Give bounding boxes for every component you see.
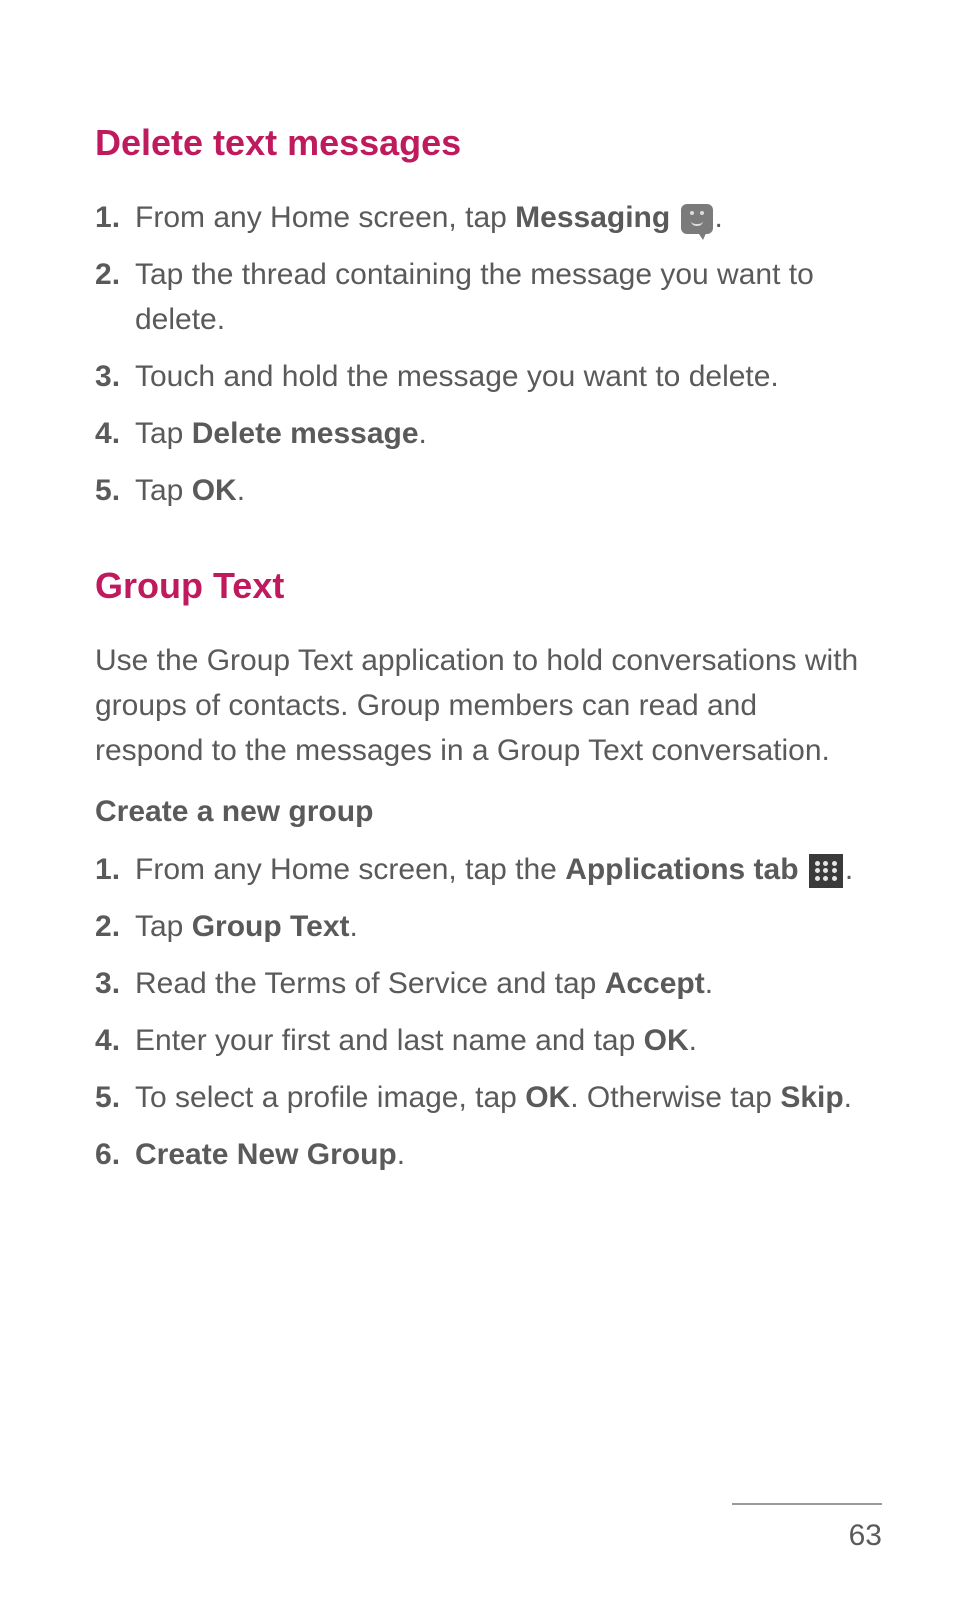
step-item: Touch and hold the message you want to d… <box>95 354 859 399</box>
steps-create-new-group: From any Home screen, tap the Applicatio… <box>95 847 859 1177</box>
step-bold: Create New Group <box>135 1138 397 1171</box>
page-footer: 63 <box>732 1503 882 1553</box>
messaging-icon <box>681 204 713 234</box>
step-text: . <box>689 1024 697 1057</box>
footer-divider <box>732 1503 882 1505</box>
step-text: . <box>397 1138 405 1171</box>
heading-group-text: Group Text <box>95 563 859 610</box>
step-text: Enter your first and last name and tap <box>135 1024 644 1057</box>
step-bold: Accept <box>605 967 705 1000</box>
step-item: Create New Group. <box>95 1132 859 1177</box>
applications-tab-icon <box>809 854 843 888</box>
step-text: . <box>419 417 427 450</box>
step-bold: Skip <box>780 1081 843 1114</box>
step-item: Tap OK. <box>95 468 859 513</box>
step-text: Tap the thread containing the message yo… <box>135 258 814 336</box>
step-item: From any Home screen, tap Messaging . <box>95 195 859 240</box>
page-number: 63 <box>849 1519 882 1552</box>
step-bold: Group Text <box>192 910 350 943</box>
subheading-create-new-group: Create a new group <box>95 795 859 829</box>
step-text: From any Home screen, tap the <box>135 853 565 886</box>
step-text: Tap <box>135 910 192 943</box>
step-item: Tap Delete message. <box>95 411 859 456</box>
step-text: To select a profile image, tap <box>135 1081 525 1114</box>
step-item: Tap Group Text. <box>95 904 859 949</box>
step-item: To select a profile image, tap OK. Other… <box>95 1075 859 1120</box>
heading-delete-text-messages: Delete text messages <box>95 120 859 167</box>
step-bold: Delete message <box>192 417 419 450</box>
step-text: . <box>237 474 245 507</box>
step-item: Tap the thread containing the message yo… <box>95 252 859 342</box>
step-text: . Otherwise tap <box>570 1081 780 1114</box>
step-item: Read the Terms of Service and tap Accept… <box>95 961 859 1006</box>
section-delete-text-messages: Delete text messages From any Home scree… <box>95 120 859 513</box>
step-text: Read the Terms of Service and tap <box>135 967 605 1000</box>
step-text: Touch and hold the message you want to d… <box>135 360 779 393</box>
step-item: From any Home screen, tap the Applicatio… <box>95 847 859 892</box>
step-text: . <box>715 201 723 234</box>
step-text: From any Home screen, tap <box>135 201 515 234</box>
intro-paragraph: Use the Group Text application to hold c… <box>95 638 859 773</box>
step-item: Enter your first and last name and tap O… <box>95 1018 859 1063</box>
step-bold: OK <box>644 1024 689 1057</box>
steps-delete-text-messages: From any Home screen, tap Messaging . Ta… <box>95 195 859 513</box>
step-bold: OK <box>192 474 237 507</box>
step-bold: OK <box>525 1081 570 1114</box>
step-bold: Applications tab <box>565 853 798 886</box>
step-text: . <box>350 910 358 943</box>
step-text: . <box>845 853 853 886</box>
step-text: . <box>705 967 713 1000</box>
step-text: Tap <box>135 474 192 507</box>
section-group-text: Group Text Use the Group Text applicatio… <box>95 563 859 1177</box>
step-bold: Messaging <box>515 201 670 234</box>
step-text: Tap <box>135 417 192 450</box>
step-text: . <box>844 1081 852 1114</box>
